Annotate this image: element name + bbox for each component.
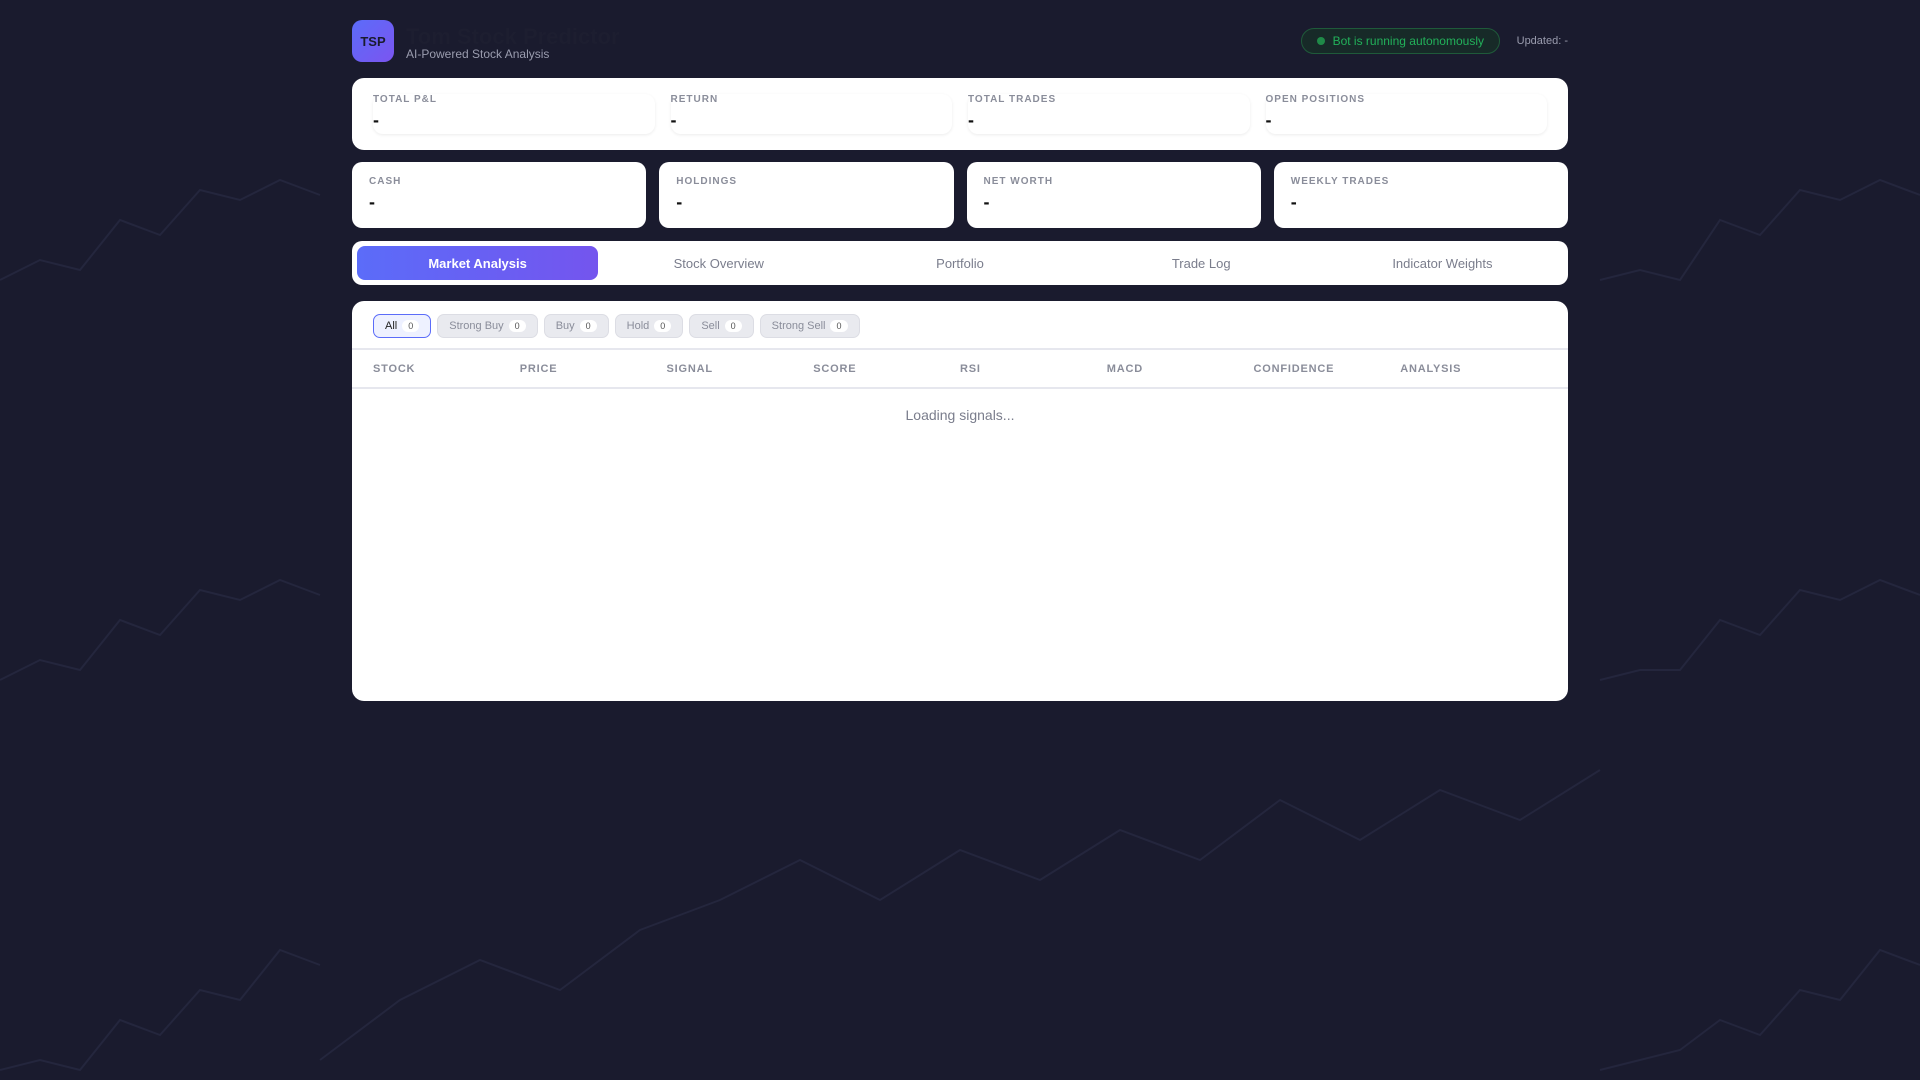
signal-filters: All 0 Strong Buy 0 Buy 0 Hold 0 Sell 0 Strong… (352, 301, 1568, 350)
stat-value: - (373, 110, 379, 130)
column-stock[interactable]: STOCK (373, 363, 520, 375)
stat-value: - (676, 192, 683, 212)
stat-open-positions: OPEN POSITIONS - (1266, 94, 1548, 134)
filter-all[interactable]: All 0 (373, 314, 432, 338)
filter-label: Strong Sell (771, 320, 826, 332)
account-stats-row: CASH - HOLDINGS - NET WORTH - WEEKLY TRADES… (352, 162, 1568, 228)
bot-status-badge: Bot is running autonomously (1300, 28, 1500, 54)
column-confidence[interactable]: CONFIDENCE (1254, 363, 1401, 375)
filter-strong-buy[interactable]: Strong Buy 0 (437, 314, 538, 338)
status-dot-icon (1316, 37, 1325, 45)
filter-count: 0 (508, 320, 526, 332)
updated-timestamp: Updated: - (1516, 35, 1568, 47)
filter-label: Hold (626, 320, 650, 332)
stat-label: TOTAL P&L (373, 94, 437, 105)
stat-label: OPEN POSITIONS (1265, 94, 1366, 105)
column-analysis[interactable]: ANALYSIS (1400, 363, 1547, 375)
tab-market-analysis[interactable]: Market Analysis (357, 246, 599, 280)
stat-value: - (1290, 192, 1297, 212)
stat-label: HOLDINGS (676, 176, 738, 187)
filter-sell[interactable]: Sell 0 (689, 314, 754, 338)
table-header: STOCK PRICE SIGNAL SCORE RSI MACD CONFID… (352, 350, 1568, 389)
stat-return: RETURN - (671, 94, 953, 134)
status-text: Bot is running autonomously (1332, 34, 1484, 48)
filter-label: Sell (701, 320, 720, 332)
stat-label: RETURN (670, 94, 719, 105)
stat-label: TOTAL TRADES (968, 94, 1057, 105)
stat-value: - (369, 192, 375, 212)
filter-count: 0 (579, 320, 597, 332)
filter-label: Strong Buy (449, 320, 504, 332)
filter-label: All (385, 320, 398, 332)
stat-label: WEEKLY TRADES (1290, 176, 1390, 187)
logo: TSP (352, 20, 394, 62)
tab-indicator-weights[interactable]: Indicator Weights (1322, 246, 1563, 280)
tab-trade-log[interactable]: Trade Log (1081, 246, 1322, 280)
signals-panel: All 0 Strong Buy 0 Buy 0 Hold 0 Sell 0 Strong… (352, 301, 1568, 701)
summary-stats-card: TOTAL P&L - RETURN - TOTAL TRADES - OPEN PO… (352, 78, 1568, 150)
filter-count: 0 (724, 320, 742, 332)
header: TSP Tom Stock Predictor AI-Powered Stock… (352, 20, 1568, 62)
tab-portfolio[interactable]: Portfolio (839, 246, 1080, 280)
column-macd[interactable]: MACD (1107, 363, 1254, 375)
stat-label: CASH (369, 176, 402, 187)
filter-buy[interactable]: Buy 0 (543, 314, 609, 338)
column-score[interactable]: SCORE (813, 363, 960, 375)
stat-value: - (1265, 110, 1272, 130)
column-rsi[interactable]: RSI (960, 363, 1107, 375)
app-subtitle: AI-Powered Stock Analysis (406, 47, 550, 61)
stat-net-worth: NET WORTH - (966, 162, 1261, 228)
stat-cash: CASH - (352, 162, 647, 228)
filter-hold[interactable]: Hold 0 (614, 314, 684, 338)
stat-total-trades: TOTAL TRADES - (968, 94, 1250, 134)
filter-count: 0 (654, 320, 672, 332)
stat-weekly-trades: WEEKLY TRADES - (1273, 162, 1568, 228)
filter-count: 0 (830, 320, 848, 332)
column-signal[interactable]: SIGNAL (667, 363, 814, 375)
tab-stock-overview[interactable]: Stock Overview (598, 246, 839, 280)
filter-label: Buy (555, 320, 575, 332)
filter-strong-sell[interactable]: Strong Sell 0 (759, 314, 860, 338)
loading-message: Loading signals... (905, 407, 1015, 423)
main-tabs: Market Analysis Stock Overview Portfolio… (352, 241, 1568, 285)
stat-value: - (983, 192, 990, 212)
stat-value: - (968, 110, 974, 130)
stat-label: NET WORTH (983, 176, 1054, 187)
stat-total-pnl: TOTAL P&L - (373, 94, 655, 134)
filter-count: 0 (402, 320, 420, 332)
stat-value: - (670, 110, 677, 130)
stat-holdings: HOLDINGS - (659, 162, 954, 228)
column-price[interactable]: PRICE (520, 363, 667, 375)
